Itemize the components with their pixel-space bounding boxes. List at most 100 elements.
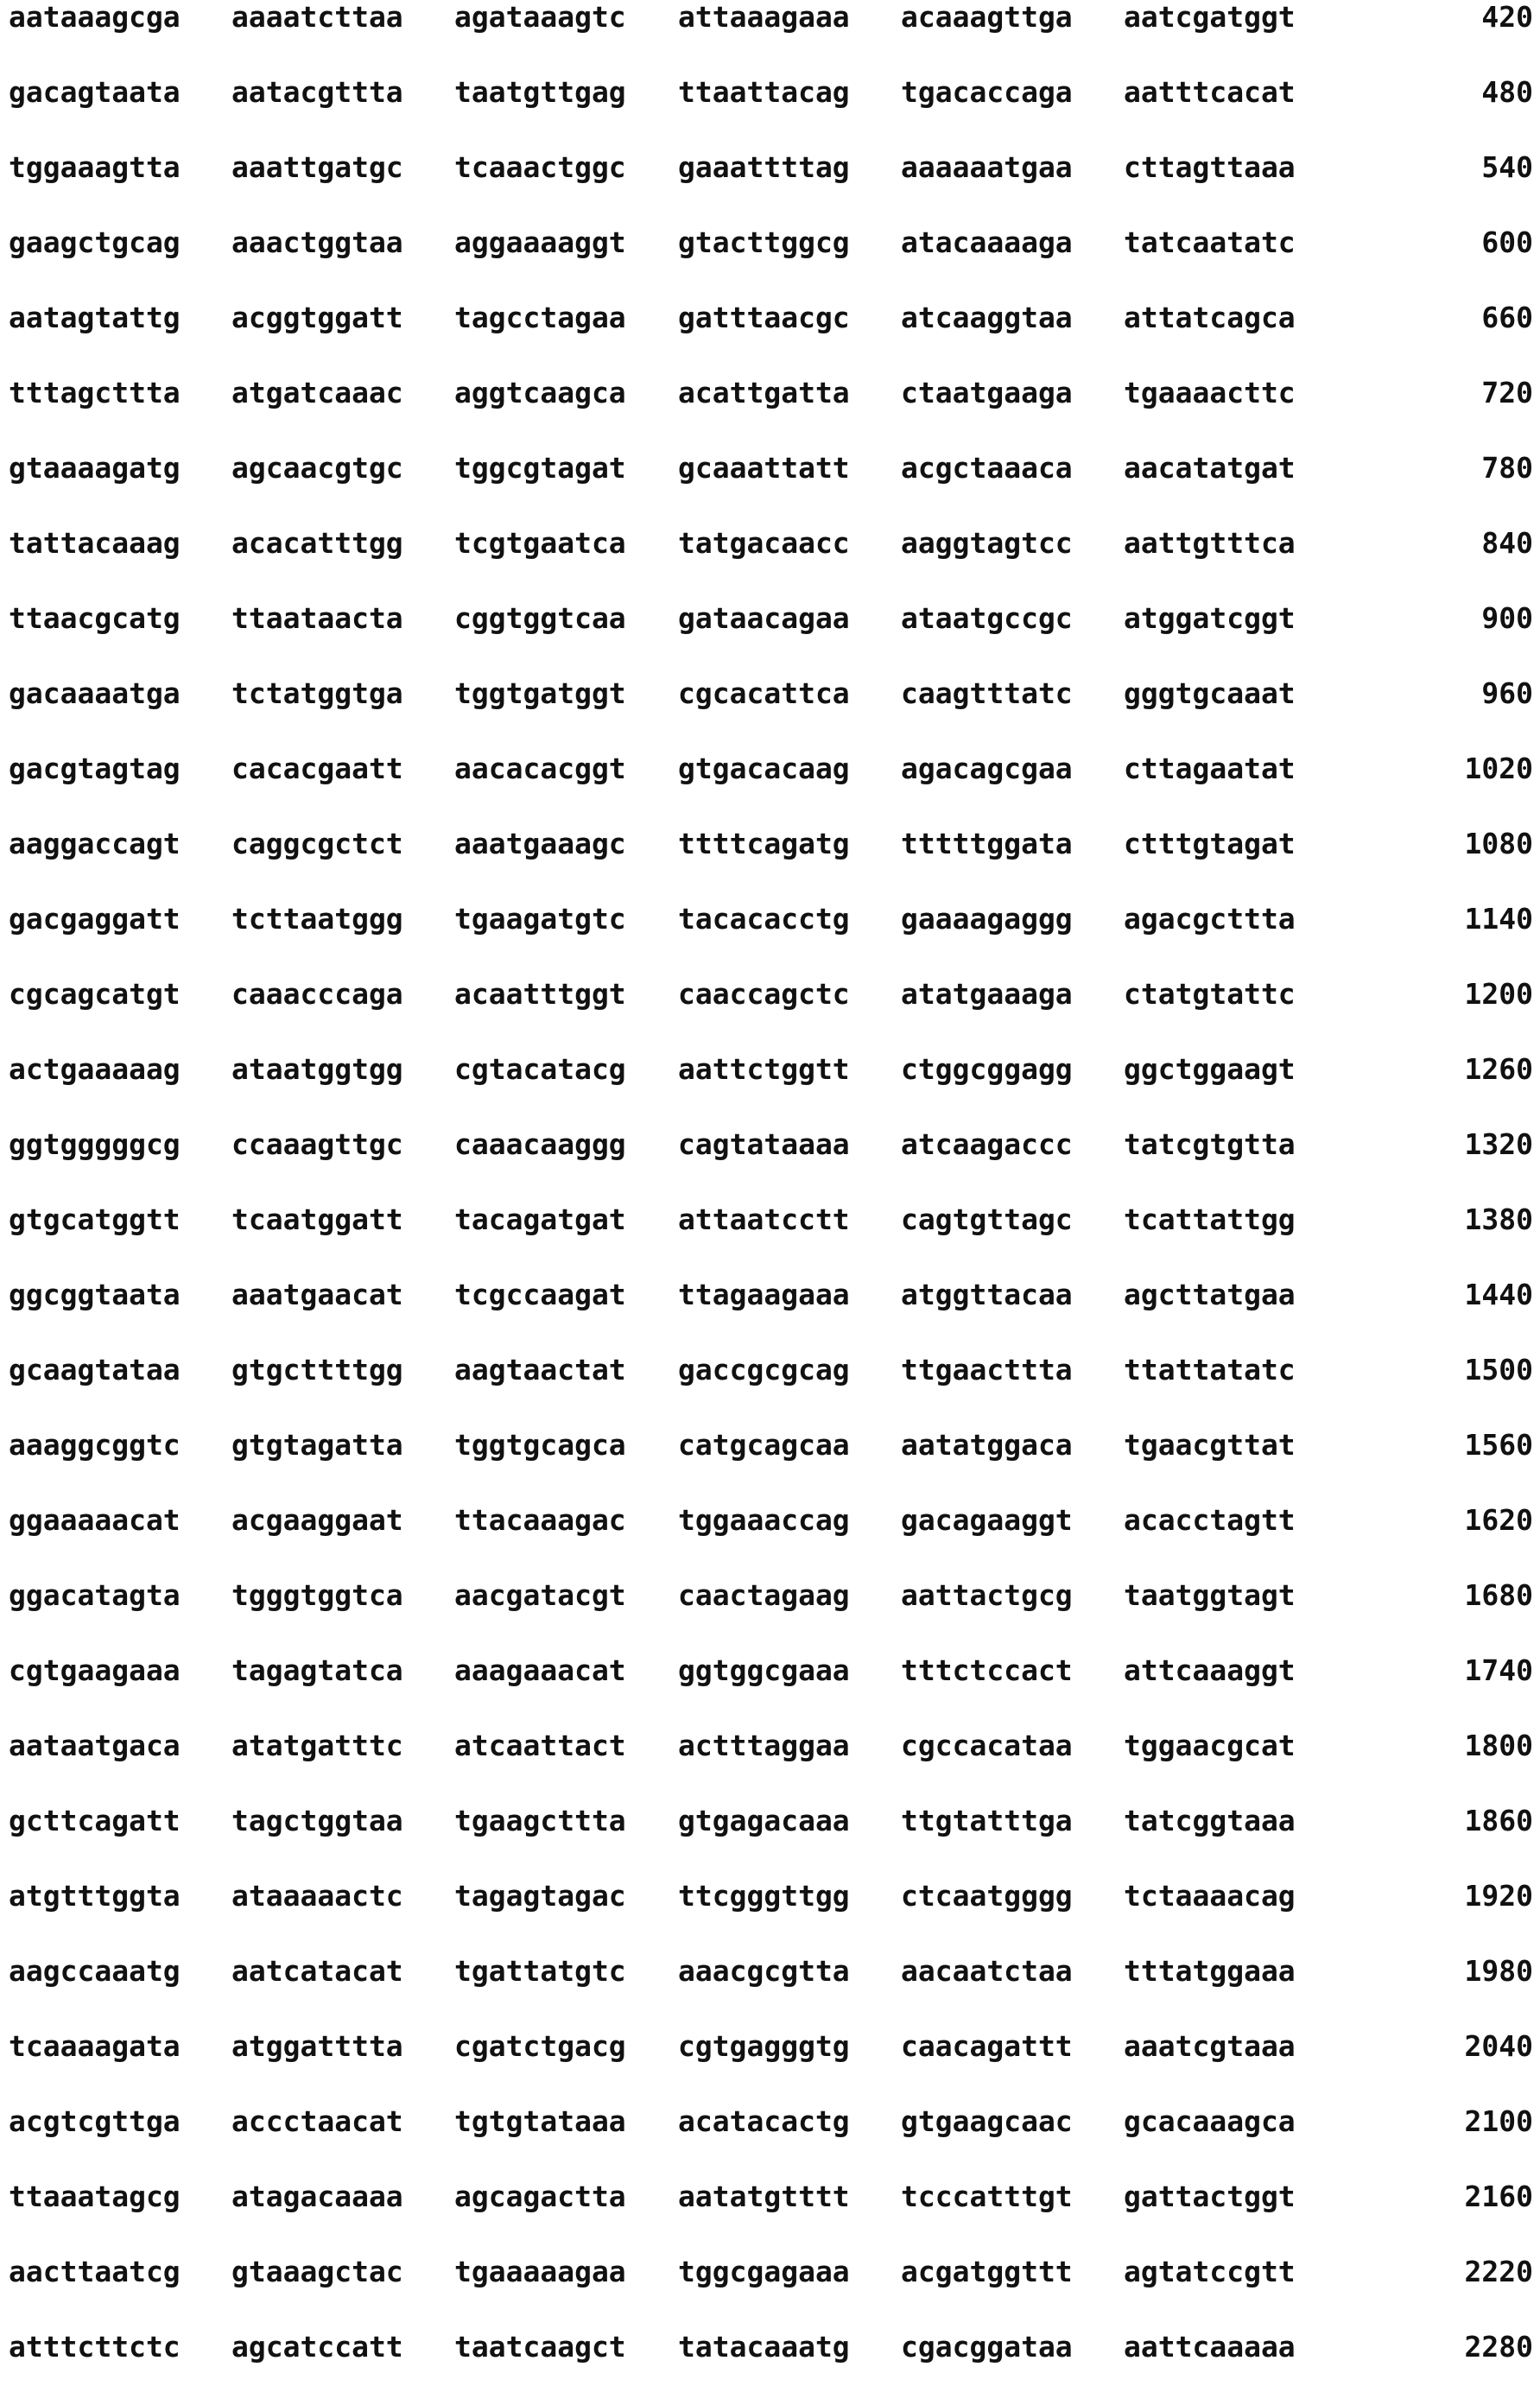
sequence-block: tatcgtgtta — [1124, 1127, 1296, 1162]
sequence-row: gacagtaataaatacgtttataatgttgagttaattacag… — [9, 75, 1533, 150]
sequence-block: gcaagtataa — [9, 1353, 181, 1387]
sequence-block: taatgttgag — [454, 75, 626, 110]
sequence-row: tcaaaagataatggattttacgatctgacgcgtgagggtg… — [9, 2029, 1533, 2104]
sequence-block: gtacttggcg — [678, 225, 850, 260]
sequence-block: tgtgtataaa — [454, 2104, 626, 2139]
sequence-row: aaggaccagtcaggcgctctaaatgaaagcttttcagatg… — [9, 827, 1533, 902]
sequence-block: tcgtgaatca — [454, 526, 626, 561]
sequence-block: atttcttctc — [9, 2330, 181, 2364]
sequence-row: gcaagtataagtgcttttggaagtaactatgaccgcgcag… — [9, 1353, 1533, 1428]
sequence-block: aaggtagtcc — [901, 526, 1073, 561]
sequence-block: cggtggtcaa — [454, 601, 626, 636]
sequence-block: tcccatttgt — [901, 2180, 1073, 2214]
sequence-block: cgtacatacg — [454, 1052, 626, 1087]
sequence-block: aaagaaacat — [454, 1653, 626, 1688]
sequence-block: catgcagcaa — [678, 1428, 850, 1463]
sequence-block: cgatctgacg — [454, 2029, 626, 2064]
sequence-block: gacagaaggt — [901, 1503, 1073, 1538]
sequence-block: atagacaaaa — [231, 2180, 403, 2214]
sequence-block: tcgccaagat — [454, 1278, 626, 1312]
position-number: 480 — [1481, 75, 1533, 110]
sequence-block: agcaacgtgc — [231, 451, 403, 485]
sequence-block: tggcgagaaa — [678, 2255, 850, 2289]
sequence-block: aacatatgat — [1124, 451, 1296, 485]
sequence-block: tggcgtagat — [454, 451, 626, 485]
sequence-block: caggcgctct — [231, 827, 403, 861]
sequence-block: aatcatacat — [231, 1954, 403, 1989]
position-number: 1740 — [1465, 1653, 1533, 1688]
sequence-block: acatacactg — [678, 2104, 850, 2139]
sequence-row: ttaaatagcgatagacaaaaagcagacttaaatatgtttt… — [9, 2180, 1533, 2255]
sequence-row: gacgtagtagcacacgaattaacacacggtgtgacacaag… — [9, 752, 1533, 827]
sequence-row: tggaaagttaaaattgatgctcaaactggcgaaattttag… — [9, 150, 1533, 225]
sequence-block: gtgcttttgg — [231, 1353, 403, 1387]
position-number: 1980 — [1465, 1954, 1533, 1989]
sequence-block: aattctggtt — [678, 1052, 850, 1087]
sequence-block: aaatcgtaaa — [1124, 2029, 1296, 2064]
sequence-block: actttaggaa — [678, 1729, 850, 1763]
sequence-block: aattgtttca — [1124, 526, 1296, 561]
position-number: 1500 — [1465, 1353, 1533, 1387]
sequence-block: atggttacaa — [901, 1278, 1073, 1312]
position-number: 660 — [1481, 301, 1533, 335]
sequence-block: aatagtattg — [9, 301, 181, 335]
sequence-row: aacttaatcggtaaagctactgaaaaagaatggcgagaaa… — [9, 2255, 1533, 2330]
position-number: 1920 — [1465, 1879, 1533, 1913]
sequence-row: gtgcatggtttcaatggatttacagatgatattaatcctt… — [9, 1202, 1533, 1278]
sequence-block: atgatcaaac — [231, 376, 403, 410]
sequence-row: aataaagcgaaaaatcttaaagataaagtcattaaagaaa… — [9, 0, 1533, 75]
sequence-block: ggaaaaacat — [9, 1503, 181, 1538]
sequence-block: gggtgcaaat — [1124, 676, 1296, 711]
position-number: 1560 — [1465, 1428, 1533, 1463]
sequence-block: caaacaaggg — [454, 1127, 626, 1162]
position-number: 1200 — [1465, 977, 1533, 1012]
sequence-block: tcaaaagata — [9, 2029, 181, 2064]
sequence-block: aaaaaatgaa — [901, 150, 1073, 185]
sequence-row: ttaacgcatgttaataactacggtggtcaagataacagaa… — [9, 601, 1533, 676]
sequence-block: gaagctgcag — [9, 225, 181, 260]
sequence-block: aaatgaaagc — [454, 827, 626, 861]
sequence-block: aatcgatggt — [1124, 0, 1296, 35]
sequence-row: aagccaaatgaatcatacattgattatgtcaaacgcgtta… — [9, 1954, 1533, 2029]
sequence-block: aaactggtaa — [231, 225, 403, 260]
sequence-block: tgacaccaga — [901, 75, 1073, 110]
sequence-block: ataaaaactc — [231, 1879, 403, 1913]
sequence-row: atttcttctcagcatccatttaatcaagcttatacaaatg… — [9, 2330, 1533, 2405]
sequence-block: aatacgttta — [231, 75, 403, 110]
sequence-block: aattactgcg — [901, 1578, 1073, 1613]
sequence-block: atatgatttc — [231, 1729, 403, 1763]
sequence-block: tacacacctg — [678, 902, 850, 936]
sequence-block: tgaaaacttc — [1124, 376, 1296, 410]
sequence-block: acgctaaaca — [901, 451, 1073, 485]
sequence-block: attcaaaggt — [1124, 1653, 1296, 1688]
sequence-block: cgcacattca — [678, 676, 850, 711]
sequence-block: accctaacat — [231, 2104, 403, 2139]
sequence-block: taatcaagct — [454, 2330, 626, 2364]
position-number: 420 — [1481, 0, 1533, 35]
sequence-block: atatgaaaga — [901, 977, 1073, 1012]
sequence-block: aaattgatgc — [231, 150, 403, 185]
sequence-block: ttattatatc — [1124, 1353, 1296, 1387]
position-number: 1380 — [1465, 1202, 1533, 1237]
sequence-block: aatatgtttt — [678, 2180, 850, 2214]
sequence-listing: aataaagcgaaaaatcttaaagataaagtcattaaagaaa… — [9, 0, 1533, 2405]
position-number: 2160 — [1465, 2180, 1533, 2214]
sequence-block: gcaaattatt — [678, 451, 850, 485]
sequence-block: aatttcacat — [1124, 75, 1296, 110]
sequence-block: agacgcttta — [1124, 902, 1296, 936]
sequence-block: agataaagtc — [454, 0, 626, 35]
sequence-block: attatcagca — [1124, 301, 1296, 335]
sequence-block: tttatggaaa — [1124, 1954, 1296, 1989]
sequence-block: acattgatta — [678, 376, 850, 410]
sequence-block: aaggaccagt — [9, 827, 181, 861]
position-number: 2220 — [1465, 2255, 1533, 2289]
sequence-block: aaacgcgtta — [678, 1954, 850, 1989]
sequence-block: tggaacgcat — [1124, 1729, 1296, 1763]
sequence-block: ctggcggagg — [901, 1052, 1073, 1087]
sequence-block: caactagaag — [678, 1578, 850, 1613]
sequence-block: ggcggtaata — [9, 1278, 181, 1312]
sequence-block: gtgcatggtt — [9, 1202, 181, 1237]
sequence-block: gcttcagatt — [9, 1804, 181, 1838]
sequence-block: ggctggaagt — [1124, 1052, 1296, 1087]
sequence-block: gatttaacgc — [678, 301, 850, 335]
